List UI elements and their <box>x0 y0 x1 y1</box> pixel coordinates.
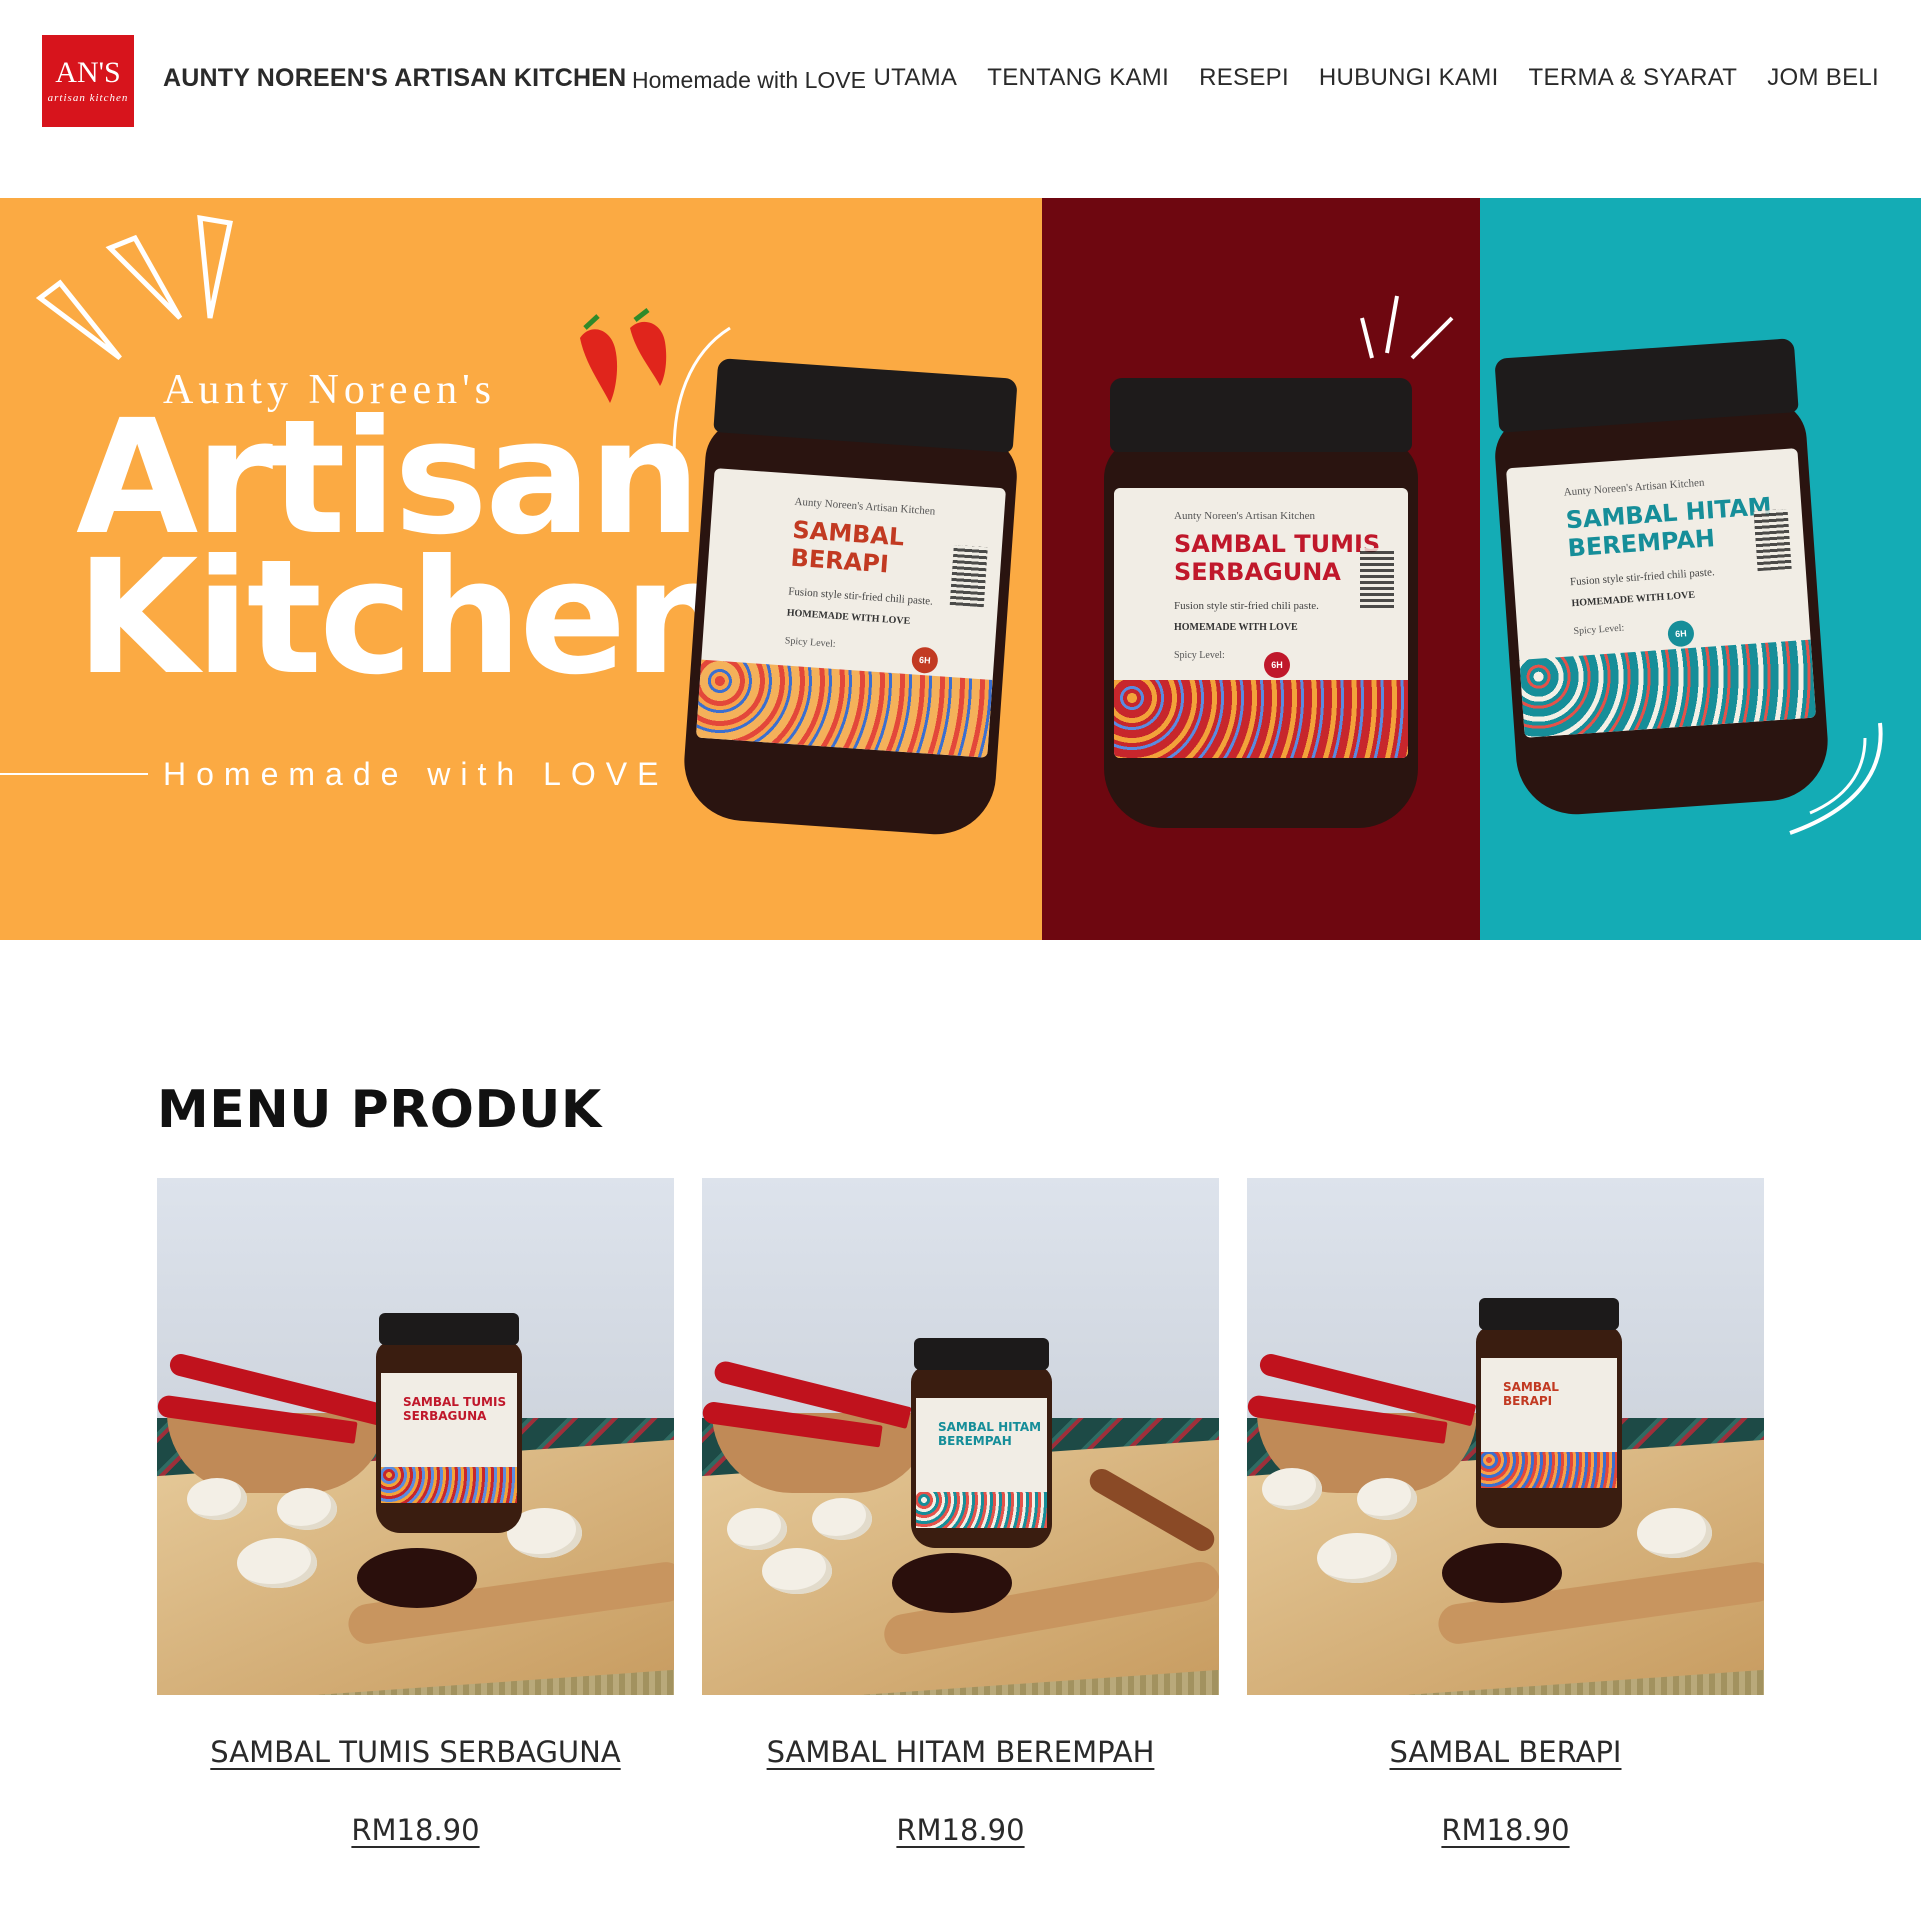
product-card: SAMBAL BERAPI SAMBAL BERAPI RM18.90 <box>1247 1178 1764 1847</box>
jar-lid <box>379 1313 519 1345</box>
jar-label-name: SAMBAL BERAPI <box>789 515 906 579</box>
brand-logo[interactable]: AN'S artisan kitchen <box>42 35 134 127</box>
burst-lines-icon <box>1360 295 1454 360</box>
jar-label-love: HOMEMADE WITH LOVE <box>1174 622 1298 633</box>
site-header: AN'S artisan kitchen AUNTY NOREEN'S ARTI… <box>0 0 1921 160</box>
hero-divider <box>0 773 148 775</box>
hero-title-line2: Kitchen <box>76 526 736 710</box>
sambal-paste <box>1442 1543 1562 1603</box>
product-price-link[interactable]: RM18.90 <box>1247 1813 1764 1847</box>
hero-banner: Aunty Noreen's Artisan Kitchen Homemade … <box>0 198 1921 940</box>
garlic-icon <box>812 1498 872 1540</box>
menu-section-title: MENU PRODUK <box>157 1080 602 1140</box>
jar-label-badge: 6H <box>1667 619 1695 648</box>
jar-label-brand: Aunty Noreen's Artisan Kitchen <box>1563 476 1705 499</box>
product-jar: SAMBAL HITAM BEREMPAH <box>911 1338 1052 1548</box>
jar-label-desc: Fusion style stir-fried chili paste. <box>1569 566 1716 589</box>
jar-label-desc: Fusion style stir-fried chili paste. <box>787 585 934 608</box>
jar-lid <box>1110 378 1412 452</box>
garlic-icon <box>727 1508 787 1550</box>
jar-label-name: SAMBAL HITAM BEREMPAH <box>938 1420 1042 1448</box>
garlic-icon <box>237 1538 317 1588</box>
product-jar: SAMBAL BERAPI <box>1476 1298 1622 1528</box>
nav-utama[interactable]: UTAMA <box>874 64 958 92</box>
product-card: SAMBAL HITAM BEREMPAH SAMBAL HITAM BEREM… <box>702 1178 1219 1847</box>
qr-code-icon <box>1753 508 1792 572</box>
main-nav: UTAMA TENTANG KAMI RESEPI HUBUNGI KAMI T… <box>874 64 1879 92</box>
jar-label: Aunty Noreen's Artisan Kitchen SAMBAL BE… <box>695 468 1007 758</box>
site-tagline: Homemade with LOVE <box>632 67 866 93</box>
hero-tagline: Homemade with LOVE <box>163 756 669 792</box>
product-jar: SAMBAL TUMIS SERBAGUNA <box>376 1313 522 1533</box>
product-image[interactable]: SAMBAL BERAPI <box>1247 1178 1764 1695</box>
batik-pattern <box>381 1467 517 1503</box>
garlic-icon <box>1262 1468 1322 1510</box>
logo-subtext: artisan kitchen <box>47 92 129 104</box>
swoosh-icon <box>1789 722 1883 835</box>
product-price-link[interactable]: RM18.90 <box>702 1813 1219 1847</box>
garlic-icon <box>1317 1533 1397 1583</box>
jar-label-love: HOMEMADE WITH LOVE <box>1571 589 1696 610</box>
jar-label: Aunty Noreen's Artisan Kitchen SAMBAL TU… <box>1114 488 1408 758</box>
jar-label-spicy: Spicy Level: <box>1573 622 1625 638</box>
jar-label: SAMBAL TUMIS SERBAGUNA <box>381 1373 517 1503</box>
jar-label-name: SAMBAL TUMIS SERBAGUNA <box>403 1395 507 1423</box>
logo-mark: AN'S <box>55 56 121 89</box>
garlic-icon <box>1357 1478 1417 1520</box>
jar-label: SAMBAL BERAPI <box>1481 1358 1617 1488</box>
jar-sambal-berapi: Aunty Noreen's Artisan Kitchen SAMBAL BE… <box>680 358 1020 839</box>
burst-lines-icon <box>35 214 233 360</box>
hero-panel-red: Aunty Noreen's Artisan Kitchen SAMBAL TU… <box>1042 198 1480 940</box>
jar-label-love: HOMEMADE WITH LOVE <box>786 607 911 628</box>
product-name-link[interactable]: SAMBAL BERAPI <box>1247 1735 1764 1769</box>
nav-tentang-kami[interactable]: TENTANG KAMI <box>987 64 1169 92</box>
nav-terma-syarat[interactable]: TERMA & SYARAT <box>1529 64 1738 92</box>
jar-label-desc: Fusion style stir-fried chili paste. <box>1174 600 1319 612</box>
jar-lid <box>914 1338 1049 1370</box>
product-name-link[interactable]: SAMBAL HITAM BEREMPAH <box>702 1735 1219 1769</box>
jar-label-badge: 6H <box>910 646 939 675</box>
jar-label-name: SAMBAL TUMIS SERBAGUNA <box>1174 530 1381 586</box>
garlic-icon <box>187 1478 247 1520</box>
sambal-paste <box>357 1548 477 1608</box>
nav-hubungi-kami[interactable]: HUBUNGI KAMI <box>1319 64 1499 92</box>
jar-label: SAMBAL HITAM BEREMPAH <box>916 1398 1047 1528</box>
jar-label-brand: Aunty Noreen's Artisan Kitchen <box>794 495 936 518</box>
jar-label-spicy: Spicy Level: <box>1174 650 1225 661</box>
batik-pattern <box>1114 680 1408 758</box>
qr-code-icon <box>1360 548 1394 608</box>
garlic-icon <box>1637 1508 1712 1558</box>
jar-label-name: SAMBAL BERAPI <box>1503 1380 1559 1408</box>
product-card: SAMBAL TUMIS SERBAGUNA SAMBAL TUMIS SERB… <box>157 1178 674 1847</box>
product-price-link[interactable]: RM18.90 <box>157 1813 674 1847</box>
garlic-icon <box>277 1488 337 1530</box>
garlic-icon <box>762 1548 832 1594</box>
jar-label: Aunty Noreen's Artisan Kitchen SAMBAL HI… <box>1505 448 1817 738</box>
batik-pattern <box>916 1492 1047 1528</box>
product-image[interactable]: SAMBAL HITAM BEREMPAH <box>702 1178 1219 1695</box>
hero-panel-orange: Aunty Noreen's Artisan Kitchen Homemade … <box>0 198 1042 940</box>
jar-label-spicy: Spicy Level: <box>784 635 836 650</box>
jar-sambal-tumis-serbaguna: Aunty Noreen's Artisan Kitchen SAMBAL TU… <box>1104 378 1418 828</box>
jar-label-name: SAMBAL HITAM BEREMPAH <box>1564 492 1773 563</box>
batik-pattern <box>1481 1452 1617 1488</box>
site-title[interactable]: AUNTY NOREEN'S ARTISAN KITCHEN <box>163 64 626 93</box>
jar-label-brand: Aunty Noreen's Artisan Kitchen <box>1174 510 1315 522</box>
nav-resepi[interactable]: RESEPI <box>1199 64 1289 92</box>
product-image[interactable]: SAMBAL TUMIS SERBAGUNA <box>157 1178 674 1695</box>
hero-panel-teal: Aunty Noreen's Artisan Kitchen SAMBAL HI… <box>1480 198 1921 940</box>
sambal-paste <box>892 1553 1012 1613</box>
jar-lid <box>1479 1298 1619 1330</box>
hero-title: Artisan Kitchen <box>76 399 736 710</box>
qr-code-icon <box>949 544 988 608</box>
nav-jom-beli[interactable]: JOM BELI <box>1767 64 1879 92</box>
jar-label-badge: 6H <box>1264 652 1290 678</box>
product-name-link[interactable]: SAMBAL TUMIS SERBAGUNA <box>157 1735 674 1769</box>
